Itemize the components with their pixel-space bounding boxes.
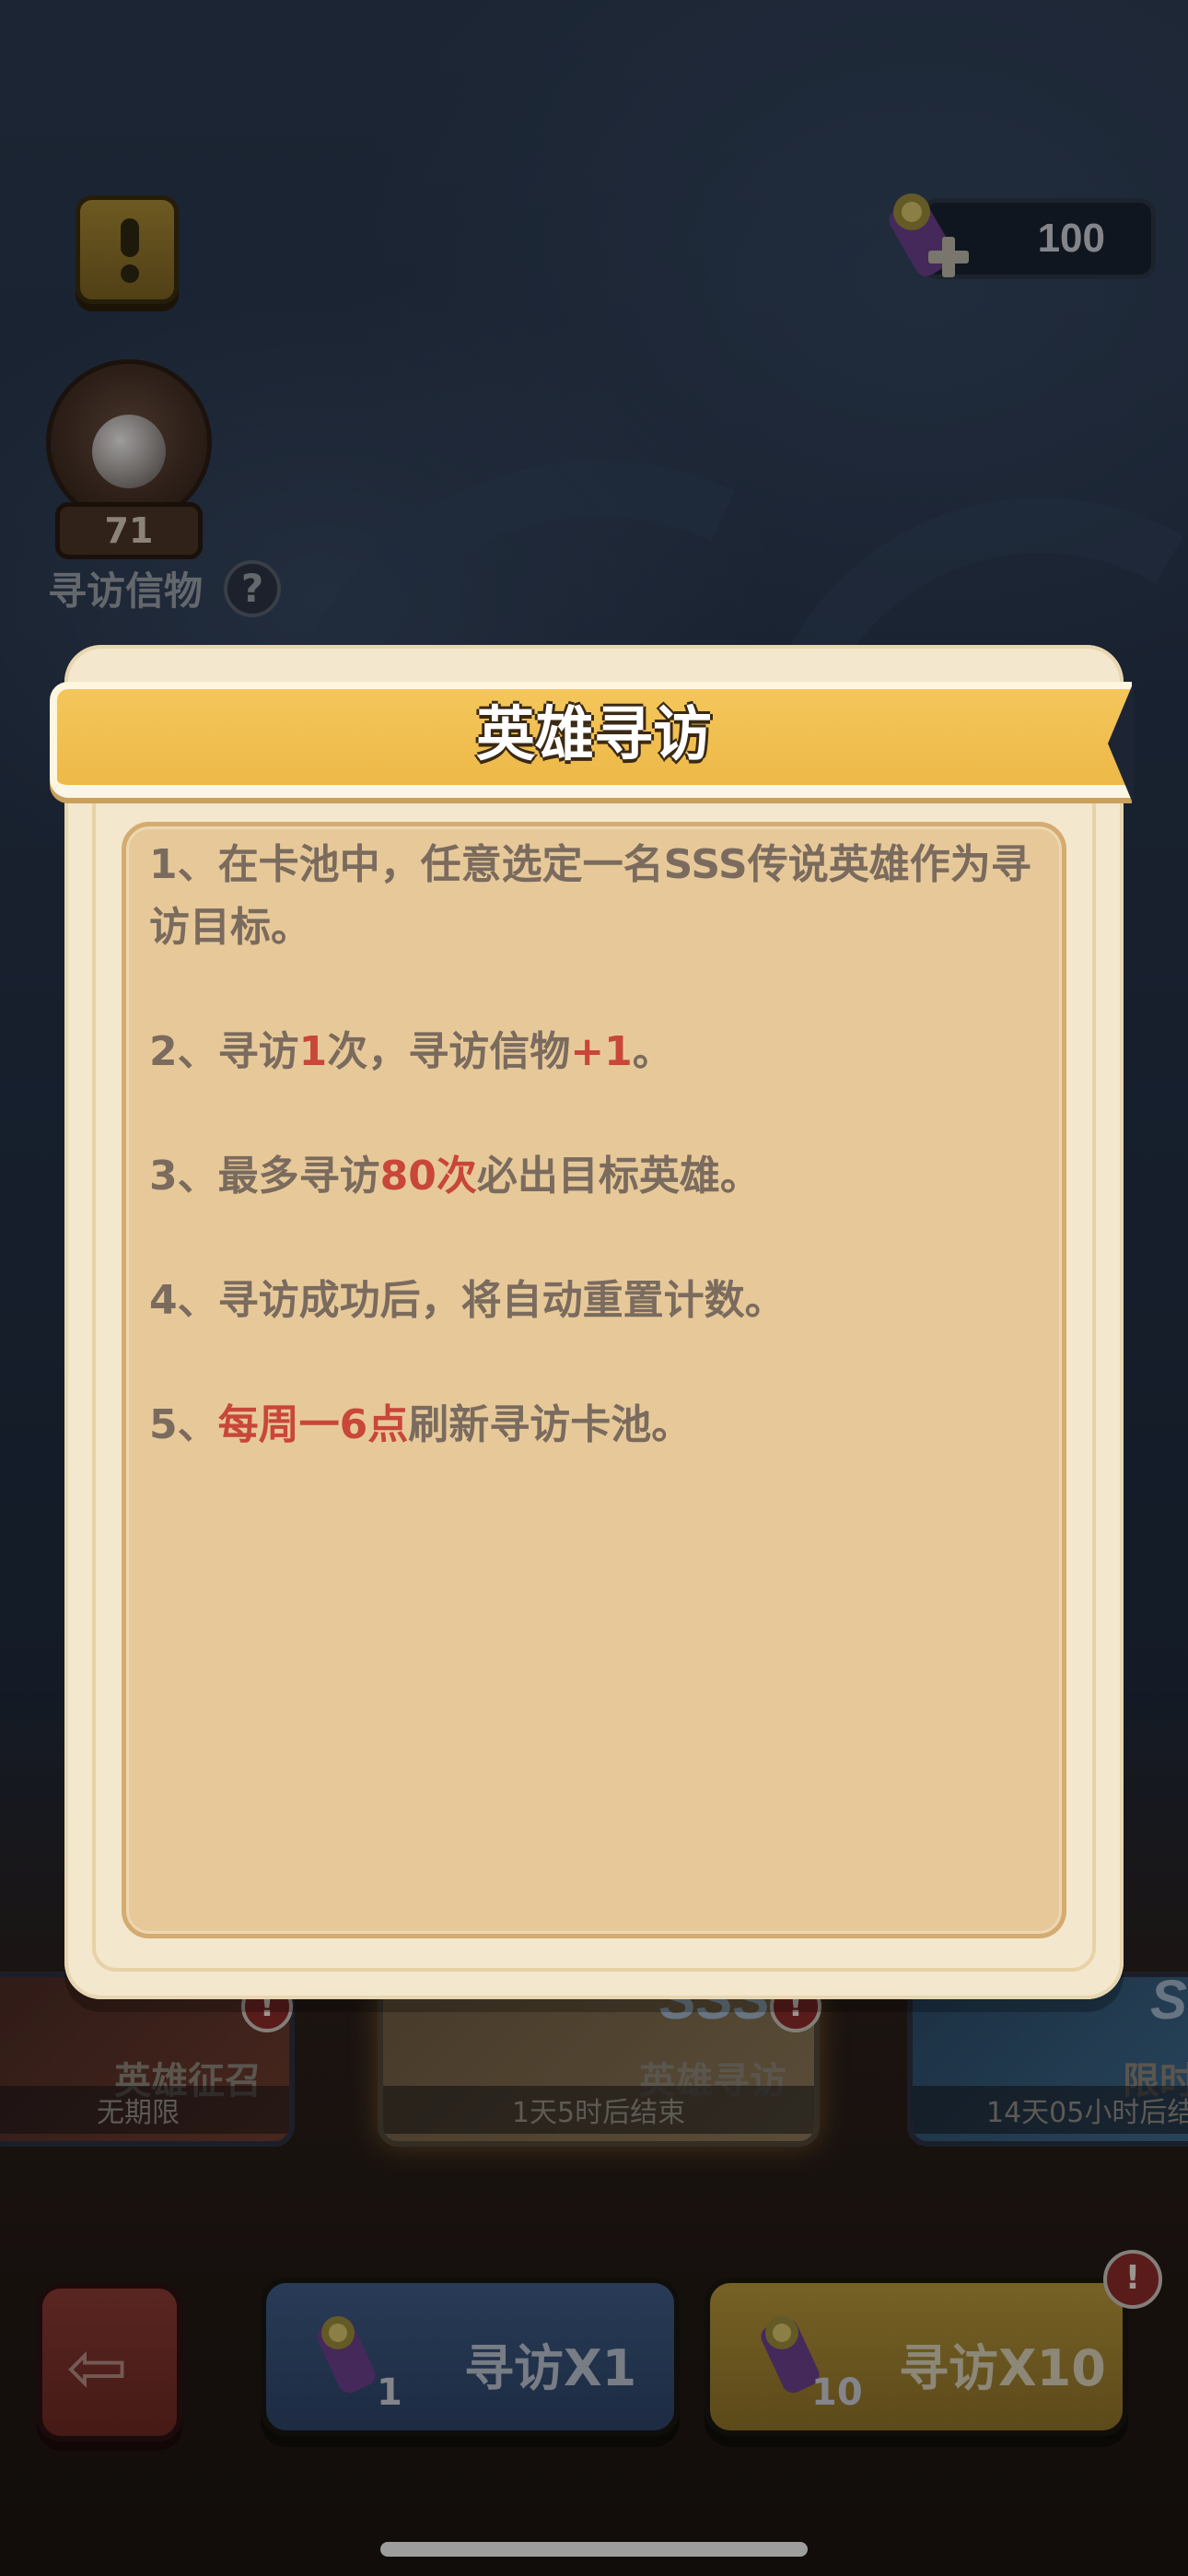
rule-item: 3、最多寻访80次必出目标英雄。: [149, 1145, 1033, 1208]
rule-text: 寻访成功后，将自动重置计数。: [217, 1277, 786, 1324]
rule-highlight: 1: [298, 1028, 328, 1075]
rules-list: 1、在卡池中，任意选定一名SSS传说英雄作为寻访目标。 2、寻访1次，寻访信物+1…: [149, 834, 1033, 1518]
rule-number: 4、: [149, 1277, 218, 1324]
rule-highlight: 80次: [379, 1153, 477, 1200]
modal-title: 英雄寻访: [476, 701, 712, 769]
rule-number: 3、: [149, 1153, 218, 1200]
rule-item: 2、寻访1次，寻访信物+1。: [149, 1021, 1033, 1083]
rule-text: 寻访: [217, 1028, 299, 1075]
rule-highlight: +1: [570, 1028, 633, 1075]
rule-number: 2、: [149, 1028, 218, 1075]
rule-text: 必出目标英雄。: [476, 1153, 761, 1200]
rule-text: 次，寻访信物: [327, 1028, 571, 1075]
rule-text: 最多寻访: [217, 1153, 380, 1200]
rule-number: 1、: [149, 841, 218, 888]
rule-text: 。: [632, 1028, 673, 1075]
rule-item: 1、在卡池中，任意选定一名SSS传说英雄作为寻访目标。: [149, 834, 1033, 959]
rule-item: 5、每周一6点刷新寻访卡池。: [149, 1394, 1033, 1457]
rule-text: 在卡池中，任意选定一名SSS传说英雄作为寻访目标。: [149, 841, 1031, 951]
rule-highlight: 每周一6点: [217, 1401, 409, 1448]
rule-text: 刷新寻访卡池。: [408, 1401, 693, 1448]
rule-number: 5、: [149, 1401, 218, 1448]
rule-item: 4、寻访成功后，将自动重置计数。: [149, 1270, 1033, 1332]
